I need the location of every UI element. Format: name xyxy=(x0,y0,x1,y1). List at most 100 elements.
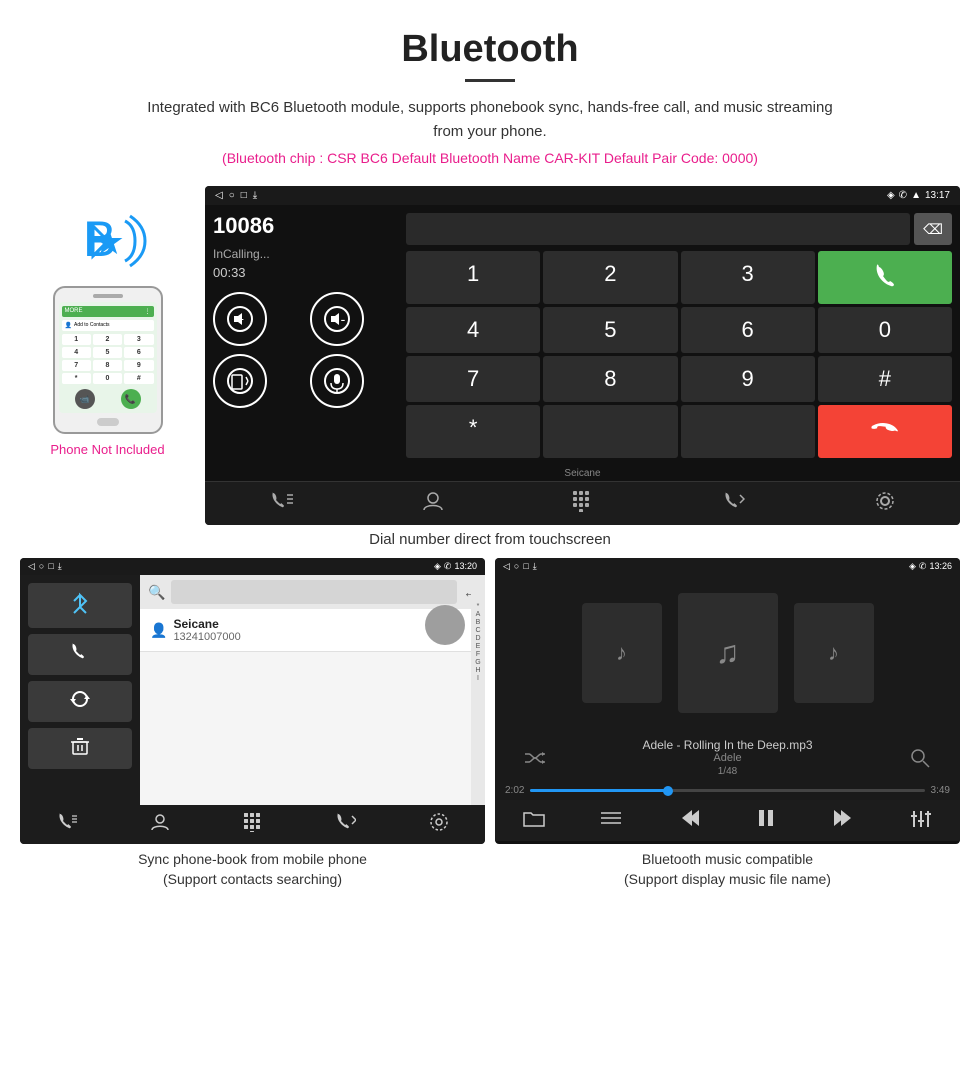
music-play-pause-btn[interactable] xyxy=(755,807,777,834)
music-album-area: ♪ ♫ ♪ xyxy=(495,575,960,730)
nav-back-icon: ◁ xyxy=(215,190,223,201)
numpad-0[interactable]: 0 xyxy=(818,307,952,353)
music-caption-text: Bluetooth music compatible(Support displ… xyxy=(624,851,831,887)
shuffle-icon[interactable] xyxy=(525,750,545,766)
pb-slider[interactable] xyxy=(425,605,465,645)
music-eq-btn[interactable] xyxy=(910,809,932,833)
green-call-btn: 📞 xyxy=(121,389,141,409)
numpad-3[interactable]: 3 xyxy=(681,251,815,304)
bottom-contacts-btn[interactable] xyxy=(422,490,444,517)
volume-down-btn[interactable]: - xyxy=(310,292,364,346)
numpad-hash[interactable]: # xyxy=(818,356,952,402)
numpad-1[interactable]: 1 xyxy=(406,251,540,304)
pb-bluetooth-btn[interactable] xyxy=(28,583,132,628)
bottom-captions: Sync phone-book from mobile phone(Suppor… xyxy=(0,844,980,905)
numpad-5[interactable]: 5 xyxy=(543,307,677,353)
key-6: 6 xyxy=(124,347,153,358)
numpad-4[interactable]: 4 xyxy=(406,307,540,353)
music-note-left: ♪ xyxy=(616,640,627,666)
next-icon xyxy=(833,808,855,828)
pb-location-icon: ◈ xyxy=(434,561,441,572)
pb-bottom-transfer[interactable] xyxy=(336,812,356,837)
bottom-settings-btn[interactable] xyxy=(874,490,896,517)
dial-controls: + - xyxy=(213,292,398,408)
dial-area: 10086 InCalling... 00:33 + xyxy=(205,205,960,466)
pb-search-icon: 🔍 xyxy=(148,584,165,601)
music-progress-row: 2:02 3:49 xyxy=(495,781,960,800)
mute-icon xyxy=(323,367,351,395)
key-9: 9 xyxy=(124,360,153,371)
phonebook-sidebar xyxy=(20,575,140,805)
dial-number: 10086 xyxy=(213,213,398,239)
music-caption: Bluetooth music compatible(Support displ… xyxy=(495,850,960,889)
key-1: 1 xyxy=(62,334,91,345)
folder-icon xyxy=(523,809,545,827)
music-prev-btn[interactable] xyxy=(678,808,700,833)
numpad-call-red[interactable] xyxy=(818,405,952,458)
phone-screen: MORE ⋮ 👤 Add to Contacts 1 2 3 4 5 6 7 8… xyxy=(59,302,157,413)
key-8: 8 xyxy=(93,360,122,371)
key-3: 3 xyxy=(124,334,153,345)
bottom-calls-btn[interactable] xyxy=(269,490,293,517)
pb-bottom-dialpad[interactable] xyxy=(243,812,263,837)
pb-bottom-settings[interactable] xyxy=(429,812,449,837)
bluetooth-icon-area: ★ B xyxy=(63,206,153,276)
status-time: 13:17 xyxy=(925,190,950,201)
numpad-9[interactable]: 9 xyxy=(681,356,815,402)
music-next-btn[interactable] xyxy=(833,808,855,833)
pb-sync-btn[interactable] xyxy=(28,681,132,722)
pb-search-field[interactable] xyxy=(171,580,457,604)
volume-up-btn[interactable]: + xyxy=(213,292,267,346)
nav-square-icon: □ xyxy=(241,190,247,201)
bottom-transfer-btn[interactable] xyxy=(723,490,745,517)
page-header: Bluetooth Integrated with BC6 Bluetooth … xyxy=(0,0,980,176)
location-icon: ◈ xyxy=(887,190,895,201)
bottom-dialpad-btn[interactable] xyxy=(572,490,594,517)
pb-dialpad-icon xyxy=(243,812,263,832)
numpad-call-green[interactable] xyxy=(818,251,952,304)
music-progress-bar[interactable] xyxy=(530,789,924,792)
music-progress-dot xyxy=(663,786,673,796)
music-track-name: Adele - Rolling In the Deep.mp3 xyxy=(642,738,812,752)
key-7: 7 xyxy=(62,360,91,371)
contact-name: Seicane xyxy=(173,617,240,631)
transfer-btn[interactable] xyxy=(213,354,267,408)
pb-delete-btn[interactable] xyxy=(28,728,132,769)
settings-icon xyxy=(874,490,896,512)
pb-alpha-sidebar: * A B C D E F G H I xyxy=(471,575,485,805)
backspace-btn[interactable]: ⌫ xyxy=(914,213,952,245)
phone-screen-header: MORE ⋮ xyxy=(62,306,154,317)
dial-input-field[interactable] xyxy=(406,213,910,245)
key-hash: # xyxy=(124,373,153,384)
pb-bottom-calls[interactable] xyxy=(57,812,77,837)
dial-status: InCalling... xyxy=(213,247,398,261)
mute-btn[interactable] xyxy=(310,354,364,408)
pb-nav-back: ◁ xyxy=(28,561,35,572)
music-screen: ◁ ○ □ ⤓ ◈ ✆ 13:26 ♪ ♫ ♪ xyxy=(495,558,960,844)
pb-bottom-contacts[interactable] xyxy=(150,812,170,837)
numpad-2[interactable]: 2 xyxy=(543,251,677,304)
search-music-icon[interactable] xyxy=(910,748,930,768)
numpad-8[interactable]: 8 xyxy=(543,356,677,402)
dial-timer: 00:33 xyxy=(213,265,398,280)
transfer-icon xyxy=(226,367,254,395)
volume-up-icon: + xyxy=(226,305,254,333)
numpad-star[interactable]: * xyxy=(406,405,540,458)
numpad-7[interactable]: 7 xyxy=(406,356,540,402)
music-call-icon: ✆ xyxy=(919,561,927,572)
music-note-right: ♪ xyxy=(828,640,839,666)
numpad-6[interactable]: 6 xyxy=(681,307,815,353)
contact-avatar-icon: 👤 xyxy=(150,622,167,639)
music-folder-btn[interactable] xyxy=(523,809,545,832)
phone-device: MORE ⋮ 👤 Add to Contacts 1 2 3 4 5 6 7 8… xyxy=(53,286,163,434)
bluetooth-icon xyxy=(68,591,92,615)
music-time-total: 3:49 xyxy=(931,785,950,796)
video-btn: 📹 xyxy=(75,389,95,409)
pb-contacts-icon xyxy=(150,812,170,832)
phone-home-button xyxy=(97,418,119,426)
bluetooth-specs: (Bluetooth chip : CSR BC6 Default Blueto… xyxy=(40,150,940,166)
music-list-btn[interactable] xyxy=(600,809,622,832)
pb-call-btn[interactable] xyxy=(28,634,132,675)
key-2: 2 xyxy=(93,334,122,345)
dialpad-icon xyxy=(572,490,594,512)
